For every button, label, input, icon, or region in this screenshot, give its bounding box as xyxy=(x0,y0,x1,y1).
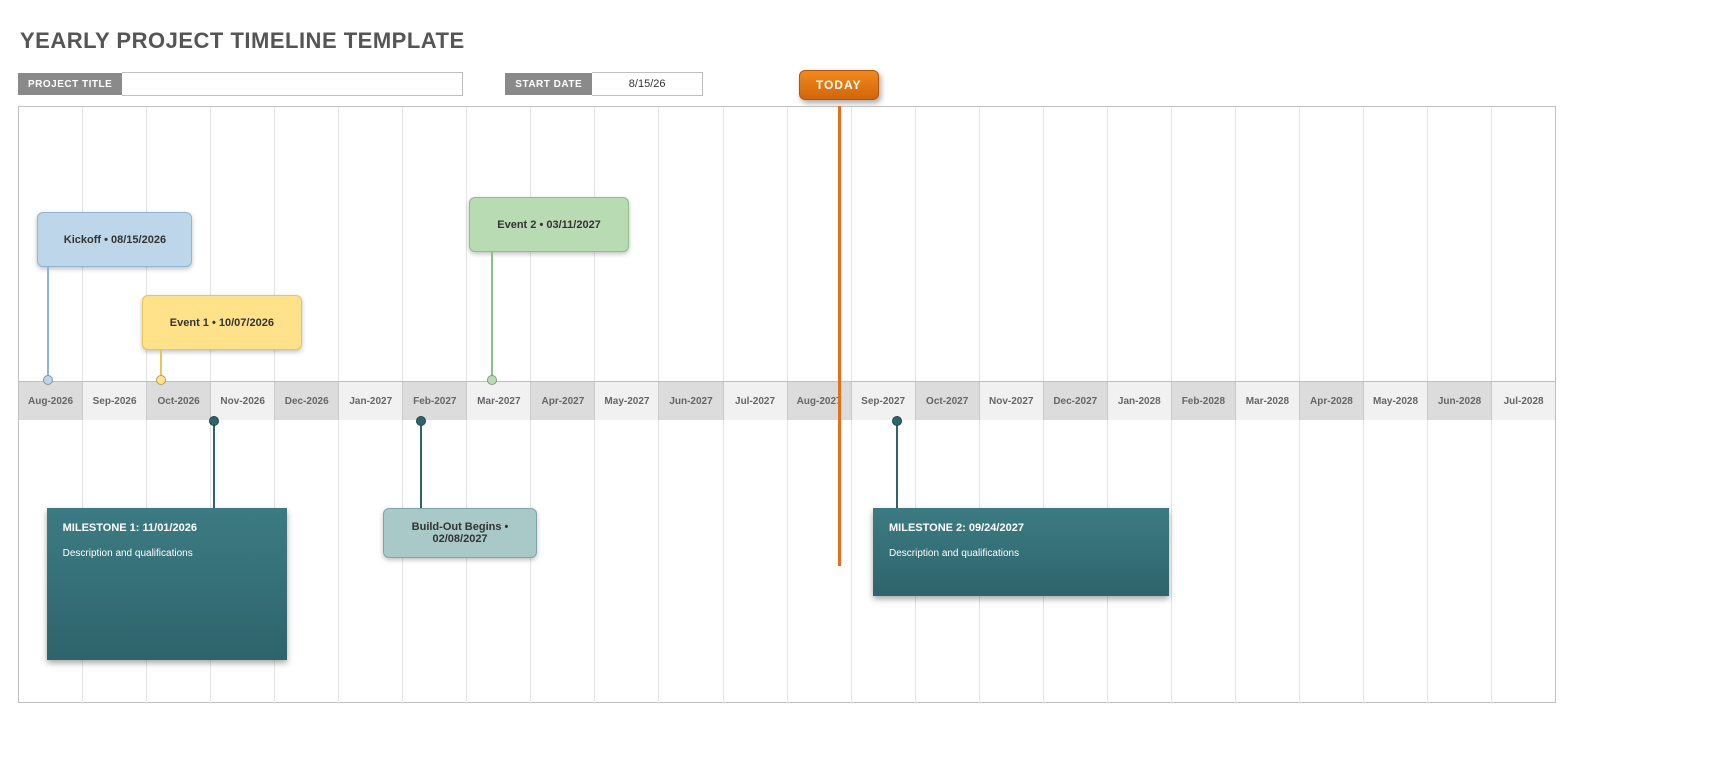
month-Nov-2026: Nov-2026 xyxy=(211,382,275,420)
kickoff-stem xyxy=(47,267,49,379)
month-Mar-2027: Mar-2027 xyxy=(467,382,531,420)
milestone1-dot xyxy=(209,416,219,426)
event1-card[interactable]: Event 1 • 10/07/2026 xyxy=(142,295,302,350)
milestone2-title: MILESTONE 2: 09/24/2027 xyxy=(889,522,1153,534)
month-Feb-2028: Feb-2028 xyxy=(1172,382,1236,420)
month-Dec-2027: Dec-2027 xyxy=(1044,382,1108,420)
lower-lane: MILESTONE 1: 11/01/2026 Description and q… xyxy=(19,420,1555,704)
month-Mar-2028: Mar-2028 xyxy=(1236,382,1300,420)
month-Sep-2027: Sep-2027 xyxy=(852,382,916,420)
month-Aug-2027: Aug-2027 xyxy=(788,382,852,420)
event2-dot xyxy=(487,375,497,385)
month-Feb-2027: Feb-2027 xyxy=(403,382,467,420)
page-title: YEARLY PROJECT TIMELINE TEMPLATE xyxy=(20,28,1634,54)
month-axis: Aug-2026Sep-2026Oct-2026Nov-2026Dec-2026… xyxy=(19,382,1555,420)
kickoff-dot xyxy=(43,375,53,385)
event2-card[interactable]: Event 2 • 03/11/2027 xyxy=(469,197,629,252)
buildout-dot xyxy=(416,416,426,426)
buildout-stem xyxy=(420,420,422,508)
month-Jan-2028: Jan-2028 xyxy=(1108,382,1172,420)
milestone1-stem xyxy=(213,420,215,508)
month-May-2028: May-2028 xyxy=(1364,382,1428,420)
milestone2-stem xyxy=(896,420,898,508)
month-Jul-2027: Jul-2027 xyxy=(724,382,788,420)
project-title-label: PROJECT TITLE xyxy=(18,73,122,95)
month-Jun-2027: Jun-2027 xyxy=(659,382,723,420)
month-Apr-2027: Apr-2027 xyxy=(531,382,595,420)
month-Dec-2026: Dec-2026 xyxy=(275,382,339,420)
milestone1-desc: Description and qualifications xyxy=(63,548,271,559)
milestone2-desc: Description and qualifications xyxy=(889,548,1153,559)
month-Jun-2028: Jun-2028 xyxy=(1428,382,1492,420)
month-May-2027: May-2027 xyxy=(595,382,659,420)
today-badge: TODAY xyxy=(799,70,879,100)
month-Oct-2026: Oct-2026 xyxy=(147,382,211,420)
start-date-input[interactable]: 8/15/26 xyxy=(592,72,703,96)
start-date-label: START DATE xyxy=(505,73,592,95)
kickoff-card[interactable]: Kickoff • 08/15/2026 xyxy=(37,212,192,267)
month-Sep-2026: Sep-2026 xyxy=(83,382,147,420)
milestone2-dot xyxy=(892,416,902,426)
project-title-input[interactable] xyxy=(122,72,463,96)
timeline: TODAY Kickoff • 08/15/2026Event 1 • 10/0… xyxy=(18,106,1556,703)
buildout-card[interactable]: Build-Out Begins • 02/08/2027 xyxy=(383,508,537,558)
month-Aug-2026: Aug-2026 xyxy=(19,382,83,420)
today-line xyxy=(838,106,841,566)
month-Jan-2027: Jan-2027 xyxy=(339,382,403,420)
upper-lane: Kickoff • 08/15/2026 Event 1 • 10/07/2026… xyxy=(19,106,1555,382)
milestone2-card[interactable]: MILESTONE 2: 09/24/2027 Description and q… xyxy=(873,508,1169,596)
milestone1-title: MILESTONE 1: 11/01/2026 xyxy=(63,522,271,534)
month-Nov-2027: Nov-2027 xyxy=(980,382,1044,420)
month-Oct-2027: Oct-2027 xyxy=(916,382,980,420)
month-Apr-2028: Apr-2028 xyxy=(1300,382,1364,420)
event2-stem xyxy=(491,252,493,379)
milestone1-card[interactable]: MILESTONE 1: 11/01/2026 Description and q… xyxy=(47,508,287,660)
month-Jul-2028: Jul-2028 xyxy=(1492,382,1555,420)
